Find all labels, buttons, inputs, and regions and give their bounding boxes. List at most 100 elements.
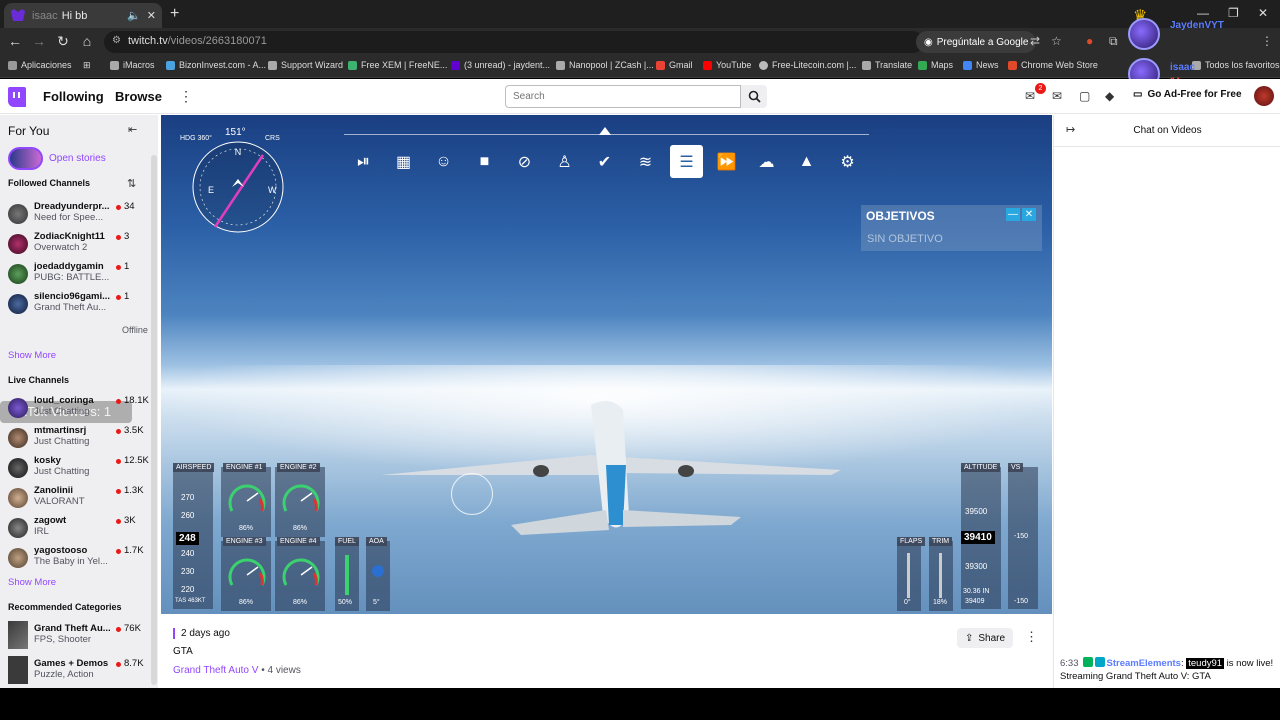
followed-channel[interactable]: Dreadyunderpr... Need for Spee... 34	[8, 199, 154, 227]
engine-gauge-dial	[282, 484, 320, 512]
live-channel[interactable]: kosky Just Chatting 12.5K	[8, 453, 154, 481]
video-date: 2 days ago	[173, 628, 230, 639]
video-player[interactable]: ⏯ ▦ ☺ ■ ⊘ ♙ ✔ ≋ ☰ ⏩ ☁ ▲ ⚙ OBJETIVOS — ✕ …	[161, 115, 1052, 614]
live-channel[interactable]: zagowt IRL 3K	[8, 513, 154, 541]
bookmark-youtube[interactable]: YouTube	[703, 60, 751, 70]
close-tab-icon[interactable]: ✕	[147, 9, 156, 22]
bookmark-yahoo[interactable]: (3 unread) - jaydent...	[451, 60, 550, 70]
category-item[interactable]: Grand Theft Au... FPS, Shooter 76K	[8, 621, 154, 651]
minimize-panel-icon[interactable]: —	[1006, 208, 1020, 221]
inbox-icon[interactable]: ✉	[1052, 89, 1062, 103]
fuel-bar	[345, 555, 349, 595]
site-info-icon[interactable]: ⚙	[112, 35, 121, 46]
speaker-icon[interactable]: 🔈	[127, 9, 141, 22]
close-panel-icon[interactable]: ✕	[1022, 208, 1036, 221]
nav-following[interactable]: Following	[43, 89, 104, 104]
followed-channel[interactable]: joedaddygamin PUBG: BATTLE... 1	[8, 259, 154, 287]
more-menu-icon[interactable]: ⋮	[179, 88, 193, 105]
video-game-link[interactable]: Grand Theft Auto V	[173, 665, 258, 676]
bookmark-apps[interactable]: Aplicaciones	[8, 60, 72, 70]
live-channel[interactable]: yagostooso The Baby in Yel... 1.7K	[8, 543, 154, 571]
back-icon[interactable]: ←	[6, 33, 24, 49]
sort-icon[interactable]: ⇅	[127, 177, 136, 190]
tab-title: isaac Hi bb	[32, 9, 88, 22]
reload-icon[interactable]: ↻	[54, 33, 72, 50]
video-info: 2 days ago GTA Grand Theft Auto V • 4 vi…	[161, 616, 1052, 688]
bookmark-news[interactable]: News	[963, 60, 999, 70]
bookmark-grid[interactable]: ⊞	[83, 60, 91, 71]
maximize-icon[interactable]: ❐	[1228, 6, 1239, 20]
extension-fire-icon[interactable]: ●	[1086, 34, 1093, 48]
bell-icon[interactable]: ▲	[790, 145, 823, 178]
weather-icon[interactable]: ≋	[629, 145, 662, 178]
followed-channel[interactable]: silencio96gami... Grand Theft Au... 1	[8, 289, 154, 317]
bookmark-litecoin[interactable]: Free-Litecoin.com |...	[759, 60, 856, 70]
overlay-user-1: JaydenVYT	[1170, 20, 1224, 31]
browser-menu-icon[interactable]: ⋮	[1261, 34, 1273, 48]
more-options-icon[interactable]: ⋮	[1025, 629, 1038, 645]
cloud-icon[interactable]: ☁	[750, 145, 783, 178]
live-channel[interactable]: mtmartinsrj Just Chatting 3.5K	[8, 423, 154, 451]
minimize-icon[interactable]: —	[1197, 6, 1209, 20]
hud-caret-icon[interactable]	[599, 127, 611, 135]
followed-heading: Followed Channels	[8, 178, 91, 188]
twitch-logo-icon[interactable]	[8, 87, 26, 107]
objectives-list-icon[interactable]: ☰	[670, 145, 703, 178]
category-item[interactable]: Games + Demos Puzzle, Action 8.7K	[8, 656, 154, 686]
bookmark-support[interactable]: Support Wizard	[268, 60, 343, 70]
user-avatar[interactable]	[1254, 86, 1274, 106]
ask-google-button[interactable]: ◉ Pregúntale a Google	[916, 31, 1037, 53]
bookmark-maps[interactable]: Maps	[918, 60, 953, 70]
search-input[interactable]	[505, 85, 741, 108]
browser-tab[interactable]: isaac Hi bb 🔈 ✕	[4, 3, 162, 28]
show-more-live[interactable]: Show More	[8, 577, 56, 588]
notifications-icon[interactable]: ✉	[1025, 89, 1035, 103]
compass-icon[interactable]: ⊘	[508, 145, 541, 178]
extensions-icon[interactable]: ⧉	[1109, 34, 1118, 49]
followed-channel-offline[interactable]: Offline	[8, 319, 154, 347]
whispers-icon[interactable]: ▢	[1079, 89, 1090, 103]
ad-free-button[interactable]: ▭ Go Ad-Free for Free	[1133, 89, 1242, 100]
bookmark-bizon[interactable]: BizonInvest.com - A...	[166, 60, 266, 70]
recommended-heading: Recommended Categories	[8, 602, 122, 612]
new-tab-button[interactable]: +	[170, 5, 179, 23]
verified-badge-icon	[1082, 657, 1093, 667]
bookmark-freexem[interactable]: Free XEM | FreeNE...	[348, 60, 447, 70]
atc-icon[interactable]: ☺	[427, 145, 460, 178]
followed-channel[interactable]: ZodiacKnight11 Overwatch 2 3	[8, 229, 154, 257]
settings-gear-icon[interactable]: ⚙	[831, 145, 864, 178]
address-bar[interactable]: ⚙ twitch.tv/videos/2663180071	[104, 31, 924, 53]
live-dot	[116, 399, 121, 404]
translate-icon[interactable]: ⇄	[1030, 34, 1040, 48]
open-stories[interactable]: Open stories	[8, 147, 106, 170]
camera-icon[interactable]: ■	[468, 145, 501, 178]
bookmark-all-favorites[interactable]: Todos los favoritos	[1192, 60, 1280, 70]
bookmark-gmail[interactable]: Gmail	[656, 60, 693, 70]
bookmark-chrome-store[interactable]: Chrome Web Store	[1008, 60, 1098, 70]
sidebar-scrollbar[interactable]	[151, 155, 157, 685]
pause-play-icon[interactable]: ⏯	[347, 145, 380, 178]
live-channel[interactable]: Zanolinii VALORANT 1.3K	[8, 483, 154, 511]
live-channel[interactable]: loud_coringa Just Chatting 18.1K	[8, 393, 154, 421]
twitch-page: Following Browse ⋮ ✉ 2 ✉ ▢ ◆ ▭Go Ad-Free…	[0, 79, 1280, 688]
bookmark-translate[interactable]: Translate	[862, 60, 912, 70]
bookmark-star-icon[interactable]: ☆	[1051, 34, 1062, 48]
nav-browse[interactable]: Browse	[115, 89, 162, 104]
bottom-letterbox	[0, 688, 1280, 720]
chat-title: Chat on Videos	[1133, 125, 1202, 136]
forward-icon[interactable]: →	[30, 33, 48, 49]
map-icon[interactable]: ▦	[387, 145, 420, 178]
hdg-readout: HDG 360°	[180, 135, 212, 142]
share-button[interactable]: ⇪ Share	[957, 628, 1014, 648]
show-more-followed[interactable]: Show More	[8, 350, 56, 361]
checklist-icon[interactable]: ✔	[588, 145, 621, 178]
prime-icon[interactable]: ◆	[1105, 89, 1114, 103]
collapse-sidebar-icon[interactable]: ⇤	[128, 123, 137, 136]
bookmark-imacros[interactable]: iMacros	[110, 60, 155, 70]
close-window-icon[interactable]: ✕	[1258, 6, 1268, 20]
fast-forward-icon[interactable]: ⏩	[710, 145, 743, 178]
search-button[interactable]	[741, 85, 767, 108]
bookmark-nanopool[interactable]: Nanopool | ZCash |...	[556, 60, 654, 70]
pilot-icon[interactable]: ♙	[548, 145, 581, 178]
home-icon[interactable]: ⌂	[78, 33, 96, 49]
